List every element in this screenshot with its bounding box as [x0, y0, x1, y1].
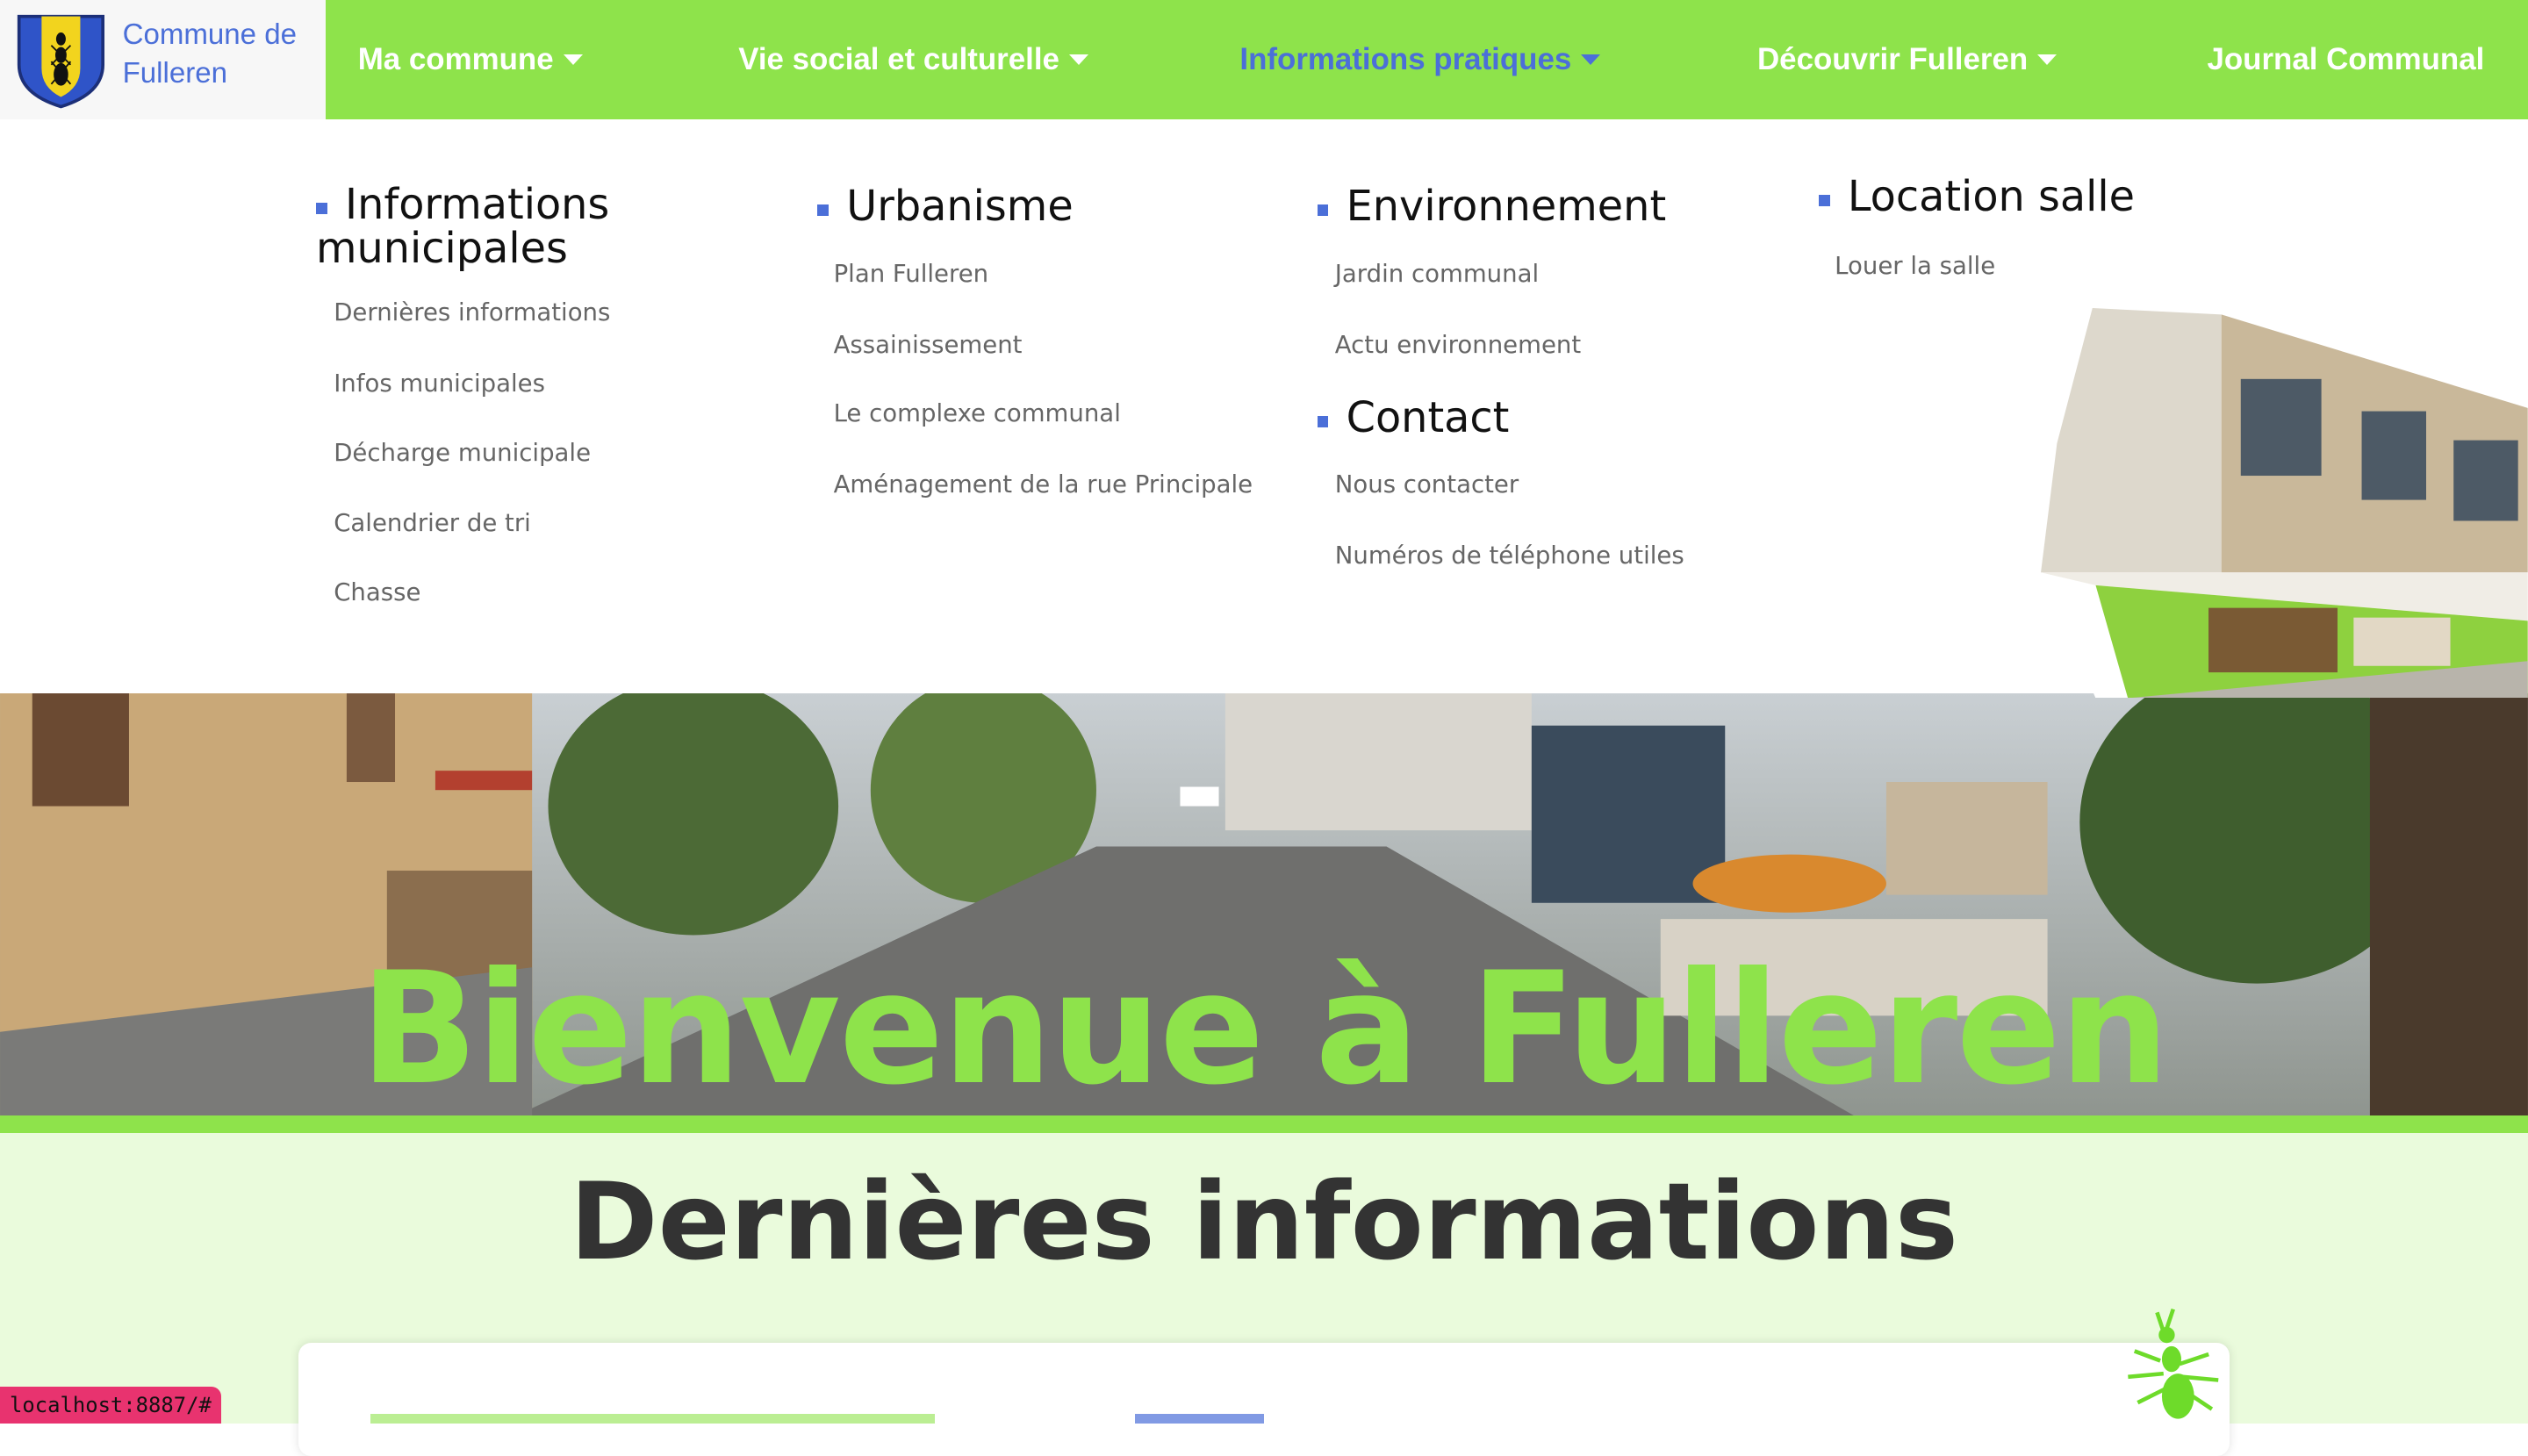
menu-link-infos-municipales[interactable]: Infos municipales [334, 369, 545, 398]
menu-link-numeros-telephone[interactable]: Numéros de téléphone utiles [1335, 542, 1684, 570]
menu-heading: Contact [1317, 393, 1510, 442]
menu-column-informations-municipales: Informations municipales [315, 181, 736, 273]
hero-green-divider [0, 1115, 2528, 1134]
menu-link-dernieres-informations[interactable]: Dernières informations [334, 298, 610, 326]
nav-label: Journal Communal [2207, 41, 2485, 76]
menu-link-actu-environnement[interactable]: Actu environnement [1335, 331, 1581, 359]
menu-link-calendrier-de-tri[interactable]: Calendrier de tri [334, 509, 531, 537]
menu-column-urbanisme: Urbanisme [817, 185, 1074, 229]
bullet-icon [1317, 204, 1329, 217]
bullet-icon [1317, 415, 1329, 427]
menu-heading-text: Environnement [1346, 183, 1667, 232]
menu-heading: Location salle [1818, 173, 2136, 222]
menu-column-environnement: Environnement [1317, 183, 1667, 232]
nav-ma-commune[interactable]: Ma commune [358, 39, 583, 81]
commune-crest-icon [18, 14, 105, 109]
bullet-icon [817, 204, 830, 217]
salle-communale-building-image [2041, 301, 2528, 699]
caret-down-icon [1581, 54, 1601, 65]
browser-status-url: localhost:8887/# [0, 1386, 221, 1424]
nav-informations-pratiques[interactable]: Informations pratiques [1239, 39, 1601, 81]
menu-heading: Environnement [1317, 183, 1667, 232]
bullet-icon [315, 203, 327, 215]
news-section-title: Dernières informations [569, 1158, 1958, 1284]
menu-link-louer-la-salle[interactable]: Louer la salle [1835, 252, 1995, 280]
menu-heading-text: Location salle [1847, 173, 2136, 222]
bullet-icon [1818, 195, 1830, 207]
nav-label: Découvrir Fulleren [1757, 41, 2029, 76]
menu-link-chasse[interactable]: Chasse [334, 578, 420, 606]
nav-vie-social[interactable]: Vie social et culturelle [738, 39, 1088, 81]
nav-label: Informations pratiques [1239, 41, 1572, 76]
site-brand[interactable]: Commune de Fulleren [0, 0, 326, 119]
menu-heading-line1: Informations [345, 181, 610, 230]
menu-link-plan-fulleren[interactable]: Plan Fulleren [834, 260, 989, 288]
caret-down-icon [563, 54, 583, 65]
site-name-line2: Fulleren [122, 57, 227, 90]
menu-link-jardin-communal[interactable]: Jardin communal [1335, 260, 1539, 288]
menu-link-assainissement[interactable]: Assainissement [834, 331, 1023, 359]
menu-heading: Informations municipales [315, 181, 736, 273]
menu-heading-text: Urbanisme [846, 183, 1074, 232]
menu-column-location-salle: Location salle [1818, 173, 2136, 222]
menu-column-contact: Contact [1317, 393, 1510, 442]
caret-down-icon [2037, 54, 2058, 65]
nav-decouvrir-fulleren[interactable]: Découvrir Fulleren [1757, 39, 2058, 81]
nav-label: Ma commune [357, 41, 554, 76]
menu-link-amenagement-rue-principale[interactable]: Aménagement de la rue Principale [834, 470, 1253, 498]
nav-label: Vie social et culturelle [738, 41, 1059, 76]
hero-title: Bienvenue à Fulleren [360, 937, 2170, 1119]
menu-heading: Urbanisme [817, 185, 1074, 229]
ant-mascot-icon [2128, 1308, 2219, 1419]
menu-link-nous-contacter[interactable]: Nous contacter [1335, 470, 1519, 498]
menu-heading-text: Contact [1346, 393, 1510, 442]
news-card-headline[interactable] [370, 1413, 936, 1424]
nav-journal-communal[interactable]: Journal Communal [2207, 39, 2484, 81]
menu-heading-line2: municipales [315, 224, 568, 273]
news-card[interactable] [298, 1342, 2230, 1456]
caret-down-icon [1068, 54, 1088, 65]
site-name: Commune de Fulleren [123, 16, 325, 93]
site-name-line1: Commune de [122, 18, 297, 52]
menu-link-decharge-municipale[interactable]: Décharge municipale [334, 439, 591, 467]
menu-link-complexe-communal[interactable]: Le complexe communal [834, 399, 1121, 427]
top-navigation-bar: Commune de Fulleren Ma commune Vie socia… [0, 0, 2528, 119]
news-card-link[interactable] [1135, 1413, 1264, 1424]
